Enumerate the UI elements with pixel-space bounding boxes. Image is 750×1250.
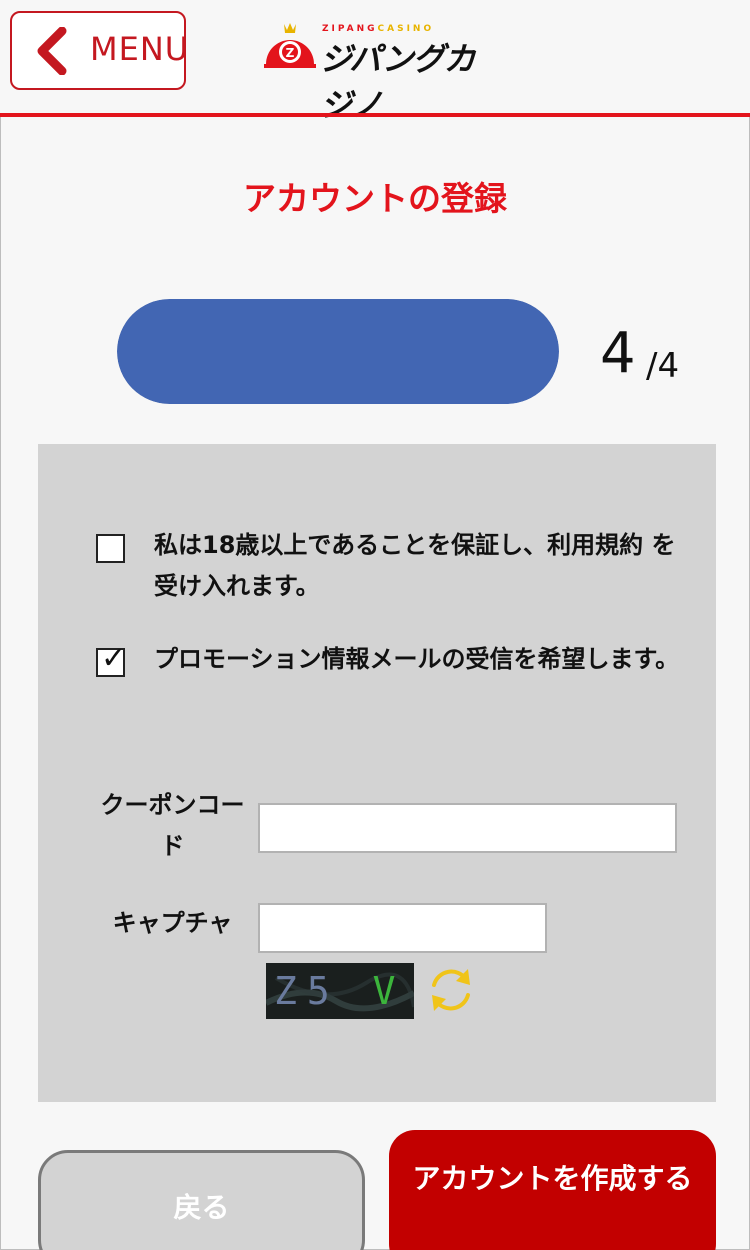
menu-label: MENU [90, 30, 190, 68]
menu-button[interactable]: MENU [10, 11, 190, 90]
step-current: 4 [600, 321, 636, 386]
coupon-label: クーポンコード [100, 791, 245, 860]
header-divider [0, 113, 750, 117]
chevron-left-icon [37, 27, 67, 75]
captcha-label: キャプチャ [112, 909, 233, 937]
back-button[interactable]: 戻る [38, 1150, 365, 1250]
check-icon: ✓ [101, 641, 127, 676]
logo[interactable]: Z ZIPANGCASINO ジパングカジノ [262, 22, 502, 124]
promo-label: プロモーション情報メールの受信を希望します。 [154, 645, 680, 673]
refresh-icon[interactable] [422, 961, 480, 1019]
terms-checkbox[interactable] [96, 534, 125, 563]
create-account-label: アカウントを作成する [412, 1162, 693, 1195]
captcha-image: Z5 V 2 [266, 963, 414, 1019]
roulette-logo-icon: Z [264, 23, 316, 68]
coupon-input[interactable] [258, 803, 677, 853]
terms-label: 私は18歳以上であることを保証し、利用規約 を受け入れます。 [154, 531, 676, 600]
captcha-text: Z5 V 2 [274, 969, 414, 1013]
progress-fill [117, 299, 559, 404]
logo-subtitle: ZIPANGCASINO [322, 24, 435, 34]
create-account-button[interactable]: アカウントを作成する [389, 1130, 716, 1250]
page-title: アカウントの登録 [243, 179, 507, 218]
captcha-input[interactable] [258, 903, 547, 953]
back-button-label: 戻る [173, 1191, 230, 1224]
progress-bar [117, 299, 559, 404]
step-total: /4 [646, 346, 680, 386]
form-panel: 私は18歳以上であることを保証し、利用規約 を受け入れます。 ✓ プロモーション… [38, 444, 716, 1102]
promo-checkbox[interactable]: ✓ [96, 644, 126, 677]
svg-text:Z: Z [286, 46, 295, 60]
header: MENU Z ZIPANGCASINO ジパングカジノ [0, 0, 750, 124]
